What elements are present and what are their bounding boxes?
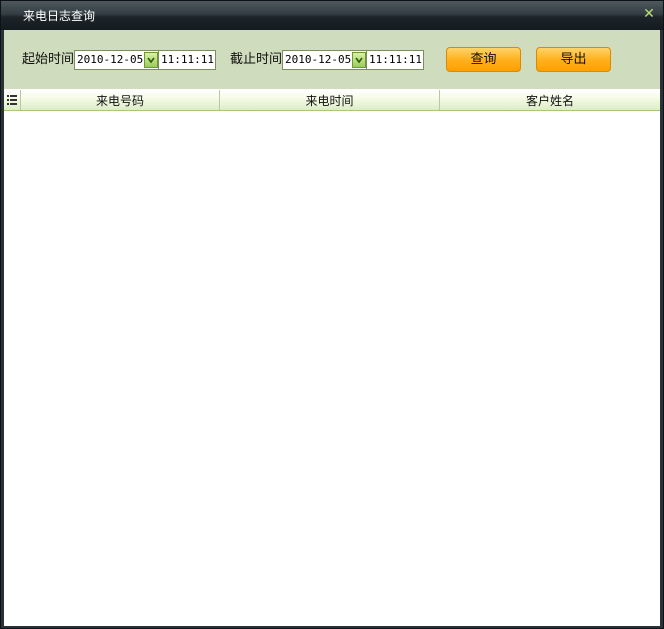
call-log-window: 来电日志查询 ✕ 起始时间 2010-12-05 11:11:11 截止时间 2… — [0, 0, 664, 629]
query-toolbar: 起始时间 2010-12-05 11:11:11 截止时间 2010-12-05… — [4, 30, 660, 89]
column-menu-icon[interactable] — [4, 90, 21, 110]
grid-header: 来电号码 来电时间 客户姓名 — [4, 90, 660, 111]
window-title: 来电日志查询 — [23, 9, 96, 23]
export-button[interactable]: 导出 — [536, 47, 611, 72]
window-content: 起始时间 2010-12-05 11:11:11 截止时间 2010-12-05… — [4, 30, 660, 626]
end-date-dropdown-icon[interactable] — [352, 52, 366, 68]
start-date-dropdown-icon[interactable] — [144, 52, 158, 68]
column-header-call-time[interactable]: 来电时间 — [220, 90, 440, 110]
grid-body[interactable] — [4, 111, 660, 626]
end-time-field[interactable]: 11:11:11 — [366, 50, 424, 70]
column-header-customer-name[interactable]: 客户姓名 — [440, 90, 660, 110]
start-time-field[interactable]: 11:11:11 — [158, 50, 216, 70]
column-header-caller-number[interactable]: 来电号码 — [21, 90, 220, 110]
end-time-label: 截止时间 — [230, 52, 283, 67]
close-icon[interactable]: ✕ — [641, 6, 657, 22]
title-bar[interactable]: 来电日志查询 ✕ — [1, 1, 663, 30]
query-button[interactable]: 查询 — [446, 47, 521, 72]
start-time-label: 起始时间 — [22, 52, 75, 67]
